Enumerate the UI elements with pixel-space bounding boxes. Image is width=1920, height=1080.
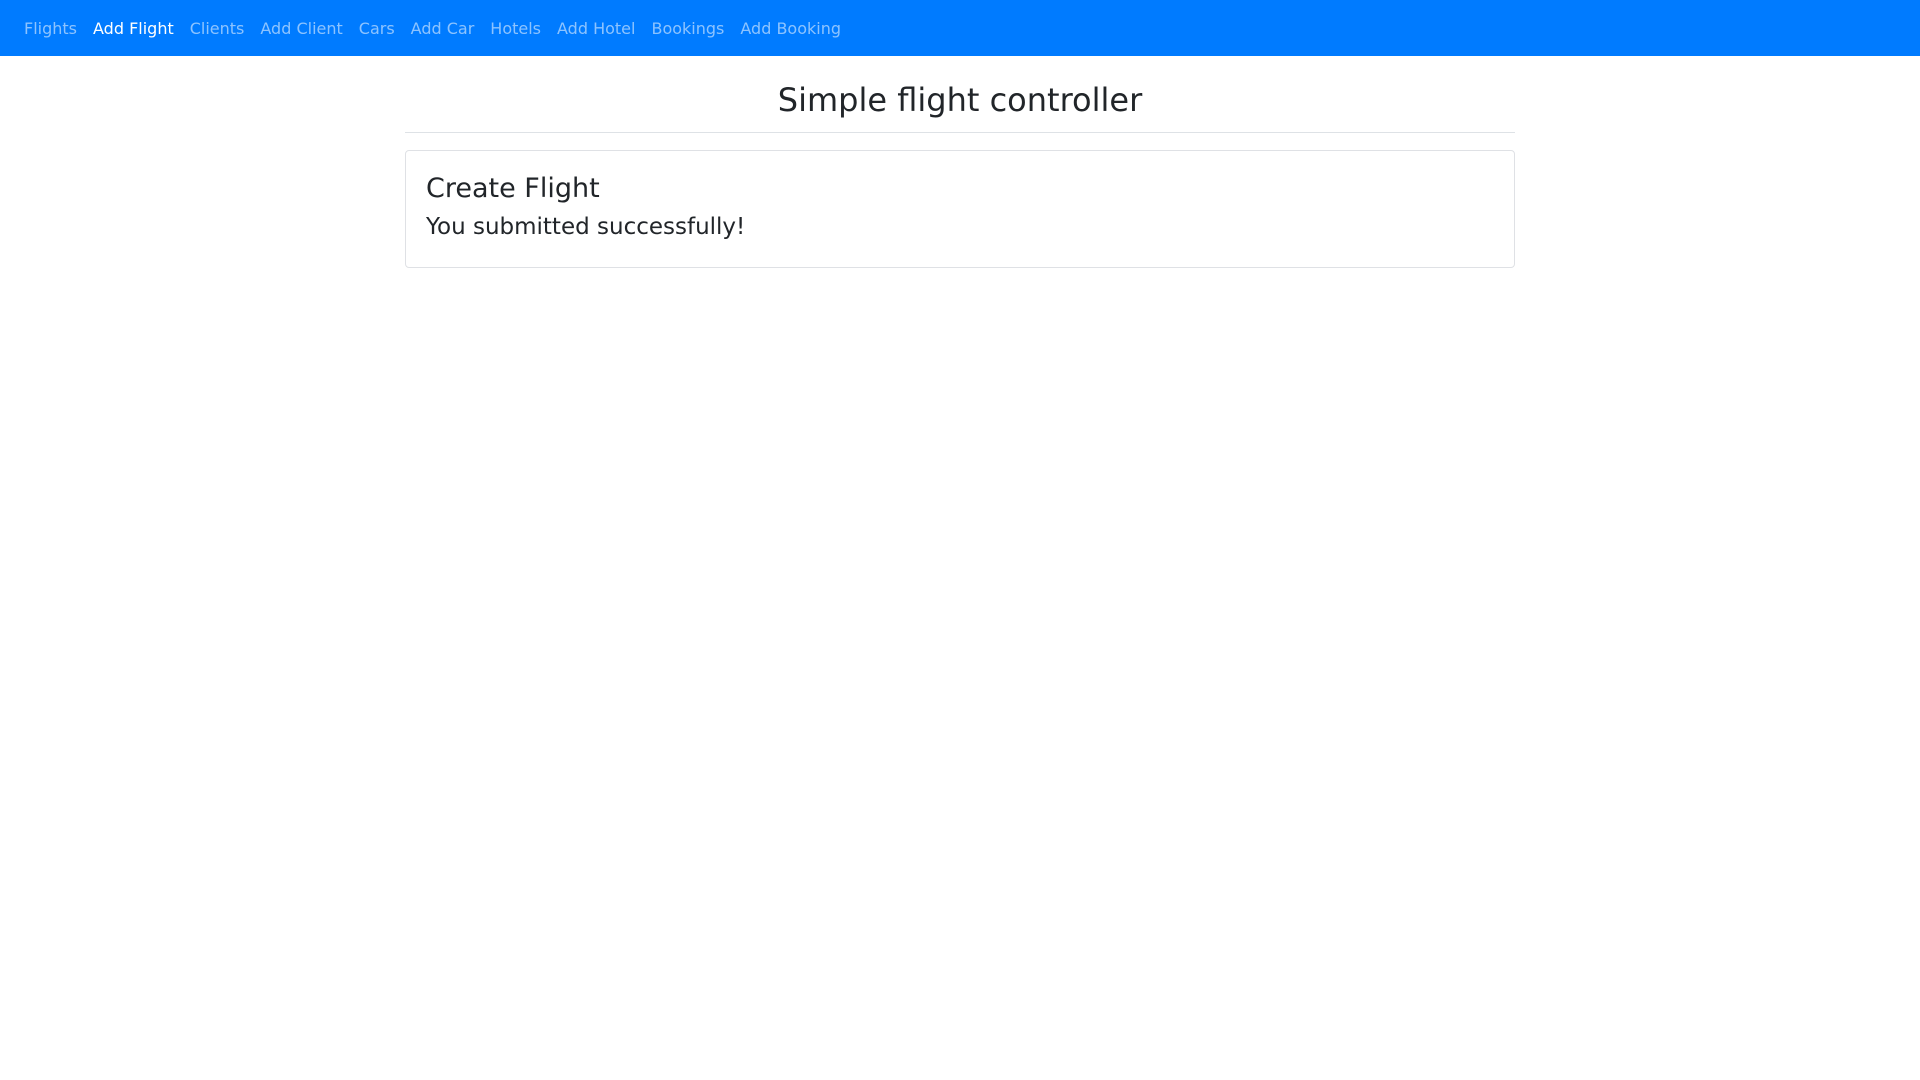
nav-item-add-car[interactable]: Add Car [411,19,475,38]
nav-item-add-hotel[interactable]: Add Hotel [557,19,635,38]
success-message: You submitted successfully! [426,214,746,240]
main-container: Simple flight controller Create Flight Y… [405,56,1515,268]
nav-item-add-flight[interactable]: Add Flight [93,19,174,38]
nav-item-flights[interactable]: Flights [24,19,77,38]
nav-item-clients[interactable]: Clients [190,19,245,38]
page-title: Simple flight controller [405,56,1515,133]
nav-item-add-booking[interactable]: Add Booking [740,19,841,38]
nav-item-hotels[interactable]: Hotels [490,19,541,38]
nav-item-add-client[interactable]: Add Client [260,19,342,38]
result-card: Create Flight You submitted successfully… [405,150,1515,268]
top-navbar: Flights Add Flight Clients Add Client Ca… [0,0,1920,56]
nav-item-cars[interactable]: Cars [359,19,395,38]
card-title: Create Flight [426,173,600,204]
nav-item-bookings[interactable]: Bookings [651,19,724,38]
